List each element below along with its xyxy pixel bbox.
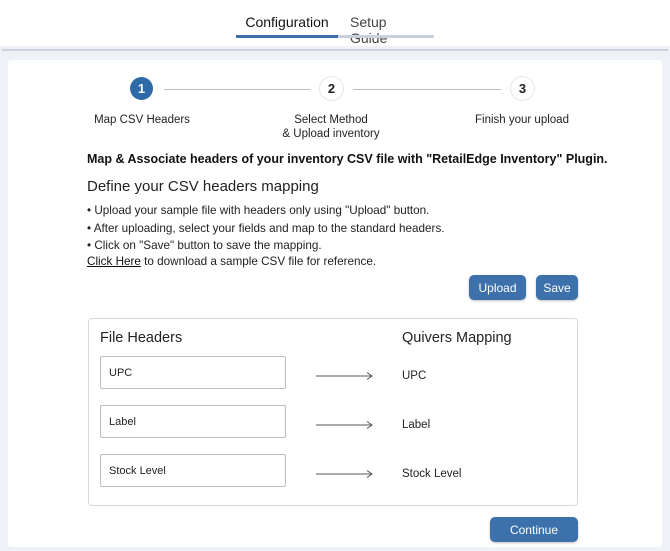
sample-file-link[interactable]: Click Here [87, 255, 141, 268]
step-connector-1 [164, 89, 310, 90]
instructions-list: • Upload your sample file with headers o… [87, 202, 445, 255]
page-heading: Map & Associate headers of your inventor… [87, 152, 608, 166]
step-3-label-line1: Finish your upload [475, 114, 569, 126]
sample-file-line: Click Here to download a sample CSV file… [87, 255, 376, 268]
file-headers-title: File Headers [100, 330, 183, 346]
header-divider [2, 49, 668, 51]
arrow-right-icon [316, 470, 373, 478]
sample-file-text: to download a sample CSV file for refere… [140, 255, 377, 268]
mapped-header-upc: UPC [402, 370, 427, 382]
instruction-item: • After uploading, select your fields an… [87, 221, 445, 235]
step-1-label: Map CSV Headers [72, 113, 212, 127]
tab-configuration[interactable]: Configuration [236, 8, 338, 46]
mapping-panel: File Headers Quivers Mapping UPC Label S… [88, 318, 578, 506]
step-1-label-line1: Map CSV Headers [94, 114, 190, 126]
file-header-field-upc[interactable] [100, 356, 286, 389]
file-header-field-stock-level[interactable] [100, 454, 286, 487]
step-2-number: 2 [327, 81, 336, 96]
quivers-mapping-title: Quivers Mapping [402, 330, 512, 346]
save-button[interactable]: Save [536, 275, 578, 300]
arrow-right-icon [316, 372, 373, 380]
step-2-label-line2: & Upload inventory [282, 128, 380, 140]
step-3-circle: 3 [511, 77, 534, 100]
tab-configuration-underline [236, 35, 338, 38]
file-header-field-label[interactable] [100, 405, 286, 438]
continue-button[interactable]: Continue [490, 517, 578, 542]
arrow-right-icon [316, 421, 373, 429]
instruction-item: • Click on "Save" button to save the map… [87, 239, 322, 252]
step-2-circle: 2 [320, 77, 343, 100]
top-tabs: Configuration Setup Guide [0, 0, 670, 46]
upload-button[interactable]: Upload [469, 275, 526, 300]
tab-configuration-label: Configuration [245, 14, 329, 30]
step-2-label: Select Method & Upload inventory [261, 113, 401, 141]
tab-setup-guide-label: Setup Guide [350, 14, 388, 46]
step-3-label: Finish your upload [452, 113, 592, 127]
step-1-number: 1 [137, 81, 146, 96]
step-2-label-line1: Select Method [294, 114, 368, 126]
instruction-item: • Upload your sample file with headers o… [87, 204, 430, 217]
tab-setup-guide[interactable]: Setup Guide [338, 8, 434, 46]
configuration-card: 1 2 3 Map CSV Headers Select Method & Up… [8, 60, 662, 547]
step-1-circle: 1 [130, 77, 153, 100]
mapped-header-label: Label [402, 419, 431, 431]
step-connector-2 [353, 89, 501, 90]
mapped-header-stock-level: Stock Level [402, 468, 462, 480]
tab-setup-guide-underline [338, 35, 434, 38]
step-3-number: 3 [518, 81, 527, 96]
section-subheading: Define your CSV headers mapping [87, 178, 319, 195]
stepper: 1 2 3 Map CSV Headers Select Method & Up… [8, 60, 662, 150]
